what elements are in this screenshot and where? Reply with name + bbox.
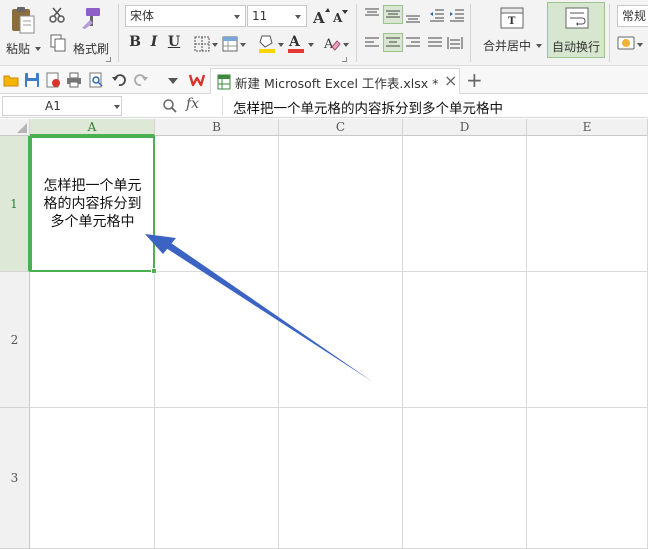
annotation-arrow <box>145 234 373 382</box>
